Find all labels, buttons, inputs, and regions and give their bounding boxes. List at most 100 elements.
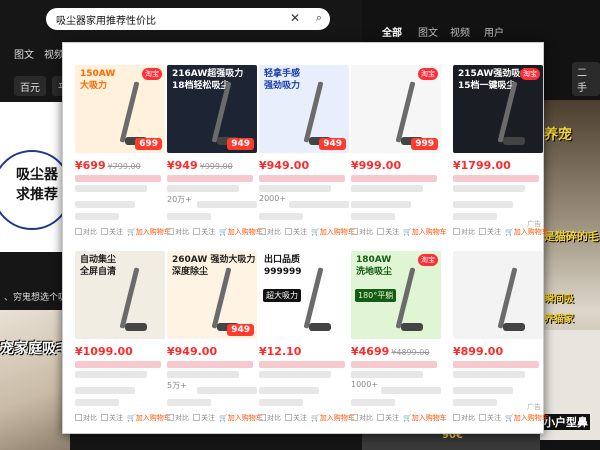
product-card[interactable]: 出口品质 999999 超大吸力 ¥12.10 对比 关注 🛒加入购物车	[259, 251, 355, 427]
tab-image-text[interactable]: 图文	[418, 24, 438, 39]
checkbox-icon[interactable]	[377, 414, 384, 421]
product-title-redacted[interactable]	[75, 361, 161, 368]
product-title-redacted[interactable]	[259, 371, 331, 378]
product-title-redacted[interactable]	[167, 185, 239, 192]
product-title-redacted[interactable]	[259, 175, 345, 182]
shop-name-redacted[interactable]	[259, 213, 303, 220]
add-to-cart-button[interactable]: 🛒加入购物车	[403, 414, 447, 422]
product-image[interactable]: 150AW 大吸力 淘宝 699	[75, 65, 165, 153]
product-title-redacted[interactable]	[167, 361, 253, 368]
checkbox-icon[interactable]	[193, 228, 200, 235]
shop-name-redacted[interactable]	[351, 399, 395, 406]
follow-button[interactable]: 关注	[285, 228, 307, 236]
product-image[interactable]: 215AW强劲吸力 15档一键吸尘 淘宝	[453, 65, 543, 153]
product-image[interactable]: 180AW 洗地吸尘 180°平躺 淘宝	[351, 251, 441, 339]
compare-button[interactable]: 对比	[453, 228, 475, 236]
tab-all[interactable]: 全部	[382, 24, 402, 39]
follow-button[interactable]: 关注	[101, 228, 123, 236]
product-title-redacted[interactable]	[75, 175, 161, 182]
tab-users[interactable]: 用户	[484, 24, 504, 39]
add-to-cart-button[interactable]: 🛒加入购物车	[311, 228, 355, 236]
search-input[interactable]: 吸尘器家用推荐性价比	[56, 12, 156, 27]
product-title-redacted[interactable]	[351, 185, 423, 192]
product-card[interactable]: 215AW强劲吸力 15档一键吸尘 淘宝 ¥1799.00 对比 关注 🛒加入购物车	[453, 65, 549, 241]
follow-button[interactable]: 关注	[101, 414, 123, 422]
checkbox-icon[interactable]	[285, 414, 292, 421]
shop-name-redacted[interactable]	[259, 399, 303, 406]
add-to-cart-button[interactable]: 🛒加入购物车	[219, 414, 263, 422]
checkbox-icon[interactable]	[453, 414, 460, 421]
shop-name-redacted[interactable]	[453, 399, 497, 406]
add-to-cart-button[interactable]: 🛒加入购物车	[505, 414, 549, 422]
product-card[interactable]: 260AW 强劲大吸力 深度除尘 949 ¥949.00 5万+ 对比 关注 🛒加入购物车	[167, 251, 263, 427]
follow-button[interactable]: 关注	[285, 414, 307, 422]
shop-name-redacted[interactable]	[351, 213, 395, 220]
product-title-redacted[interactable]	[351, 371, 423, 378]
product-card[interactable]: 轻拿手感 强劲吸力 949 ¥949.00 2000+ 对比 关注 🛒加入购物车	[259, 65, 355, 241]
product-card[interactable]: 淘宝 999 ¥999.00 对比 关注 🛒加入购物车	[351, 65, 447, 241]
product-title-redacted[interactable]	[167, 371, 239, 378]
tab-image-text[interactable]: 图文	[14, 46, 34, 61]
add-to-cart-button[interactable]: 🛒加入购物车	[127, 228, 171, 236]
compare-button[interactable]: 对比	[351, 228, 373, 236]
shop-name-redacted[interactable]	[75, 213, 119, 220]
checkbox-icon[interactable]	[193, 414, 200, 421]
product-card[interactable]: ¥899.00 对比 关注 🛒加入购物车	[453, 251, 549, 427]
compare-button[interactable]: 对比	[351, 414, 373, 422]
shop-name-redacted[interactable]	[453, 213, 497, 220]
product-image[interactable]: 出口品质 999999 超大吸力	[259, 251, 349, 339]
product-card[interactable]: 自动集尘 全屏自清 ¥1099.00 对比 关注 🛒加入购物车	[75, 251, 171, 427]
checkbox-icon[interactable]	[377, 228, 384, 235]
follow-button[interactable]: 关注	[377, 228, 399, 236]
compare-button[interactable]: 对比	[75, 414, 97, 422]
follow-button[interactable]: 关注	[193, 228, 215, 236]
product-title-redacted[interactable]	[453, 371, 525, 378]
shop-name-redacted[interactable]	[167, 399, 211, 406]
checkbox-icon[interactable]	[167, 414, 174, 421]
tab-video[interactable]: 视频	[450, 24, 470, 39]
product-title-redacted[interactable]	[453, 175, 539, 182]
filter-chip[interactable]: 二手	[572, 62, 600, 96]
checkbox-icon[interactable]	[75, 228, 82, 235]
compare-button[interactable]: 对比	[259, 228, 281, 236]
product-title-redacted[interactable]	[351, 175, 437, 182]
product-title-redacted[interactable]	[453, 361, 539, 368]
product-card[interactable]: 180AW 洗地吸尘 180°平躺 淘宝 ¥4699 ¥4899.00 1000+ 对比 关注 🛒…	[351, 251, 447, 427]
product-title-redacted[interactable]	[259, 185, 331, 192]
product-card[interactable]: 216AW超强吸力 18档轻松吸尘 949 ¥949 ¥999.00 20万+ 对比 关注 🛒加…	[167, 65, 263, 241]
product-title-redacted[interactable]	[75, 371, 147, 378]
clear-icon[interactable]: ✕	[290, 11, 300, 25]
add-to-cart-button[interactable]: 🛒加入购物车	[505, 228, 549, 236]
checkbox-icon[interactable]	[167, 228, 174, 235]
compare-button[interactable]: 对比	[167, 414, 189, 422]
compare-button[interactable]: 对比	[453, 414, 475, 422]
shop-name-redacted[interactable]	[167, 213, 211, 220]
product-title-redacted[interactable]	[167, 175, 253, 182]
compare-button[interactable]: 对比	[75, 228, 97, 236]
checkbox-icon[interactable]	[453, 228, 460, 235]
product-title-redacted[interactable]	[453, 185, 525, 192]
post-cover[interactable]	[0, 310, 70, 450]
follow-button[interactable]: 关注	[479, 228, 501, 236]
follow-button[interactable]: 关注	[479, 414, 501, 422]
shop-name-redacted[interactable]	[75, 399, 119, 406]
compare-button[interactable]: 对比	[167, 228, 189, 236]
product-image[interactable]: 自动集尘 全屏自清	[75, 251, 165, 339]
add-to-cart-button[interactable]: 🛒加入购物车	[127, 414, 171, 422]
product-image[interactable]: 216AW超强吸力 18档轻松吸尘 949	[167, 65, 257, 153]
add-to-cart-button[interactable]: 🛒加入购物车	[219, 228, 263, 236]
checkbox-icon[interactable]	[75, 414, 82, 421]
checkbox-icon[interactable]	[259, 414, 266, 421]
checkbox-icon[interactable]	[479, 228, 486, 235]
search-icon[interactable]: ⌕	[316, 11, 322, 25]
search-bar[interactable]: 吸尘器家用推荐性价比 ✕ ⌕	[46, 8, 330, 30]
checkbox-icon[interactable]	[101, 228, 108, 235]
checkbox-icon[interactable]	[101, 414, 108, 421]
filter-chip[interactable]: 百元	[14, 76, 46, 96]
tab-video[interactable]: 视频	[44, 46, 64, 61]
checkbox-icon[interactable]	[479, 414, 486, 421]
product-card[interactable]: 150AW 大吸力 淘宝 699 ¥699 ¥799.00 对比 关注 🛒加入购物车	[75, 65, 171, 241]
product-title-redacted[interactable]	[75, 185, 147, 192]
checkbox-icon[interactable]	[351, 414, 358, 421]
product-title-redacted[interactable]	[259, 361, 345, 368]
